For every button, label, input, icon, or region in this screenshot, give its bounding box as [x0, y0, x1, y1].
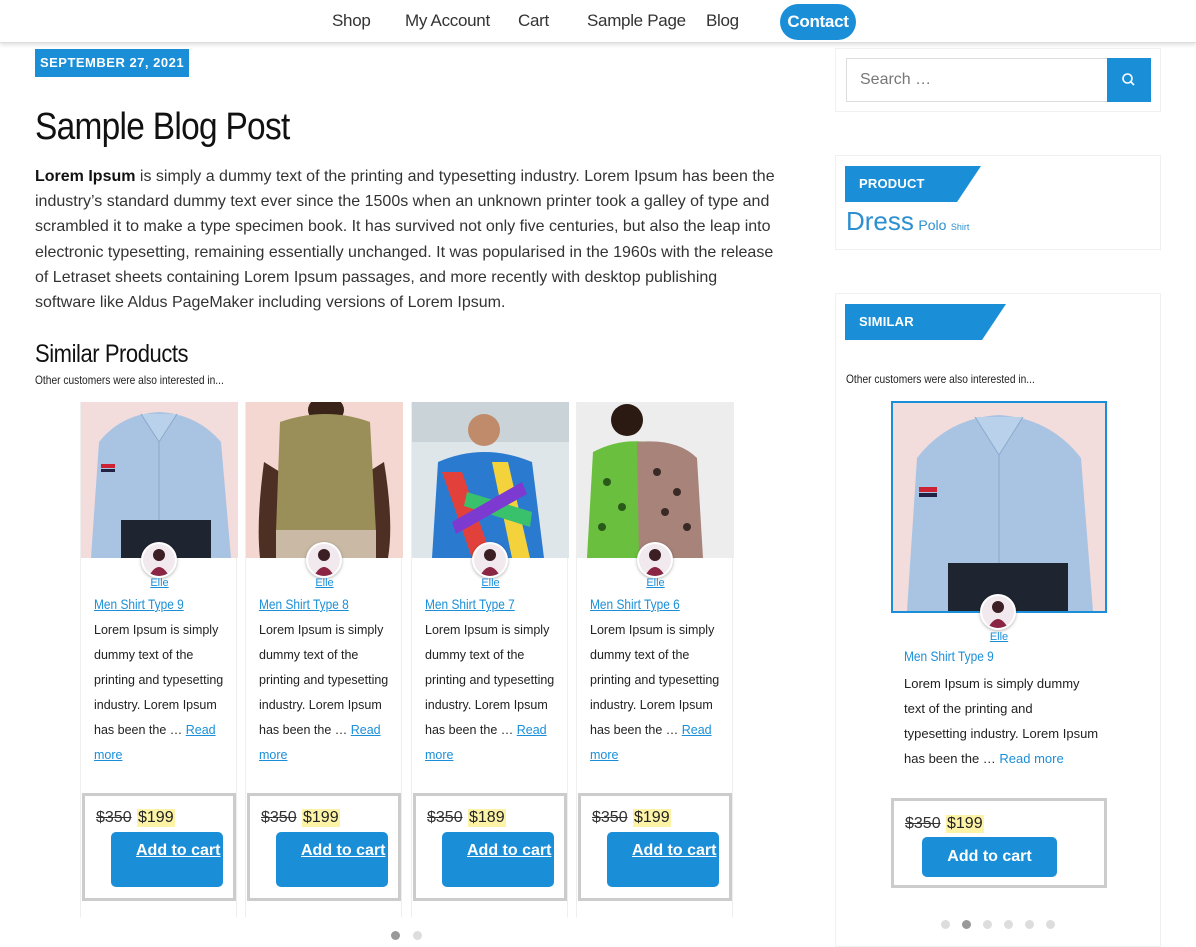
add-to-cart-button[interactable]: Add to cart: [111, 832, 223, 887]
author-avatar[interactable]: [980, 594, 1016, 630]
top-navigation: Shop My Account Cart Sample Page Blog Co…: [0, 0, 1196, 43]
tag-link[interactable]: Shirt: [951, 222, 970, 232]
price-box: $350 $199 Add to cart: [247, 793, 401, 901]
carousel-dot[interactable]: [941, 920, 950, 929]
price-box: $350 $199 Add to cart: [578, 793, 732, 901]
description-text: Lorem Ipsum is simply dummy text of the …: [94, 623, 224, 737]
nav-sample-page[interactable]: Sample Page: [587, 11, 686, 31]
post-body: Lorem Ipsum is simply a dummy text of th…: [35, 164, 780, 315]
similar-products-carousel: Elle Men Shirt Type 9 Lorem Ipsum is sim…: [80, 402, 734, 917]
nav-blog[interactable]: Blog: [706, 11, 739, 31]
widget-title: PRODUCT TAGS: [845, 166, 981, 227]
tag-link[interactable]: Polo: [918, 217, 946, 233]
price-box: $350 $199 Add to cart: [891, 798, 1107, 888]
author-avatar[interactable]: [637, 542, 673, 578]
sale-price: $189: [468, 809, 506, 827]
contact-button[interactable]: Contact: [780, 4, 856, 40]
description-text: Lorem Ipsum is simply dummy text of the …: [425, 623, 555, 737]
product-name-link[interactable]: Men Shirt Type 9: [94, 596, 184, 612]
search-widget: Search …: [835, 48, 1161, 112]
tag-link[interactable]: Dress: [846, 206, 914, 237]
product-image[interactable]: [246, 402, 403, 558]
add-to-cart-button[interactable]: Add to cart: [442, 832, 554, 887]
post-date-badge[interactable]: SEPTEMBER 27, 2021: [35, 49, 189, 77]
product-description: Lorem Ipsum is simply dummy text of the …: [590, 618, 730, 768]
product-name-link[interactable]: Men Shirt Type 7: [425, 596, 515, 612]
product-name-link[interactable]: Men Shirt Type 6: [590, 596, 680, 612]
sale-price: $199: [137, 809, 175, 827]
description-text: Lorem Ipsum is simply dummy text of the …: [259, 623, 389, 737]
sale-price: $199: [633, 809, 671, 827]
product-card: Elle Men Shirt Type 8 Lorem Ipsum is sim…: [245, 402, 403, 917]
price-box: $350 $189 Add to cart: [413, 793, 567, 901]
product-card: Elle Men Shirt Type 9 Lorem Ipsum is sim…: [80, 402, 238, 917]
old-price: $350: [427, 809, 463, 826]
product-card: Elle Men Shirt Type 7 Lorem Ipsum is sim…: [411, 402, 569, 917]
product-image[interactable]: [412, 402, 569, 558]
product-image[interactable]: [81, 402, 238, 558]
tag-cloud: Dress Polo Shirt: [846, 206, 969, 237]
old-price: $350: [261, 809, 297, 826]
product-description: Lorem Ipsum is simply dummy text of the …: [425, 618, 565, 768]
old-price: $350: [905, 815, 941, 832]
widget-subtitle: Other customers were also interested in.…: [846, 372, 1035, 386]
author-avatar[interactable]: [306, 542, 342, 578]
author-link[interactable]: Elle: [891, 631, 1107, 643]
search-icon: [1122, 73, 1135, 86]
product-description: Lorem Ipsum is simply dummy text of the …: [904, 671, 1099, 771]
search-input[interactable]: Search …: [846, 58, 1108, 102]
read-more-link[interactable]: Read more: [999, 751, 1063, 766]
product-description: Lorem Ipsum is simply dummy text of the …: [259, 618, 399, 768]
product-name-link[interactable]: Men Shirt Type 9: [904, 648, 994, 664]
widget-title: SIMILAR PRODUCTS: [845, 304, 1006, 365]
product-image[interactable]: [891, 401, 1107, 613]
similar-products-heading: Similar Products: [35, 340, 189, 368]
add-to-cart-button[interactable]: Add to cart: [607, 832, 719, 887]
nav-my-account[interactable]: My Account: [405, 11, 490, 31]
page-title: Sample Blog Post: [35, 106, 290, 148]
author-link[interactable]: Elle: [81, 577, 238, 589]
post-body-text: is simply a dummy text of the printing a…: [35, 168, 775, 312]
carousel-dot[interactable]: [983, 920, 992, 929]
product-description: Lorem Ipsum is simply dummy text of the …: [94, 618, 234, 768]
sale-price: $199: [946, 815, 984, 833]
sale-price: $199: [302, 809, 340, 827]
carousel-dot[interactable]: [391, 931, 400, 940]
author-avatar[interactable]: [472, 542, 508, 578]
price-box: $350 $199 Add to cart: [82, 793, 236, 901]
carousel-dot[interactable]: [962, 920, 971, 929]
product-tags-widget: PRODUCT TAGS Dress Polo Shirt: [835, 155, 1161, 250]
author-link[interactable]: Elle: [246, 577, 403, 589]
product-image[interactable]: [577, 402, 734, 558]
similar-products-subtitle: Other customers were also interested in.…: [35, 373, 224, 387]
similar-products-widget: SIMILAR PRODUCTS Other customers were al…: [835, 293, 1161, 947]
author-link[interactable]: Elle: [412, 577, 569, 589]
nav-cart[interactable]: Cart: [518, 11, 549, 31]
post-body-bold: Lorem Ipsum: [35, 168, 136, 185]
carousel-dot[interactable]: [413, 931, 422, 940]
carousel-dot[interactable]: [1004, 920, 1013, 929]
description-text: Lorem Ipsum is simply dummy text of the …: [590, 623, 720, 737]
carousel-dot[interactable]: [1025, 920, 1034, 929]
old-price: $350: [592, 809, 628, 826]
add-to-cart-button[interactable]: Add to cart: [276, 832, 388, 887]
product-card: Elle Men Shirt Type 6 Lorem Ipsum is sim…: [576, 402, 734, 917]
search-button[interactable]: [1107, 58, 1151, 102]
add-to-cart-button[interactable]: Add to cart: [922, 837, 1057, 877]
carousel-dot[interactable]: [1046, 920, 1055, 929]
nav-shop[interactable]: Shop: [332, 11, 371, 31]
product-name-link[interactable]: Men Shirt Type 8: [259, 596, 349, 612]
author-avatar[interactable]: [141, 542, 177, 578]
old-price: $350: [96, 809, 132, 826]
author-link[interactable]: Elle: [577, 577, 734, 589]
